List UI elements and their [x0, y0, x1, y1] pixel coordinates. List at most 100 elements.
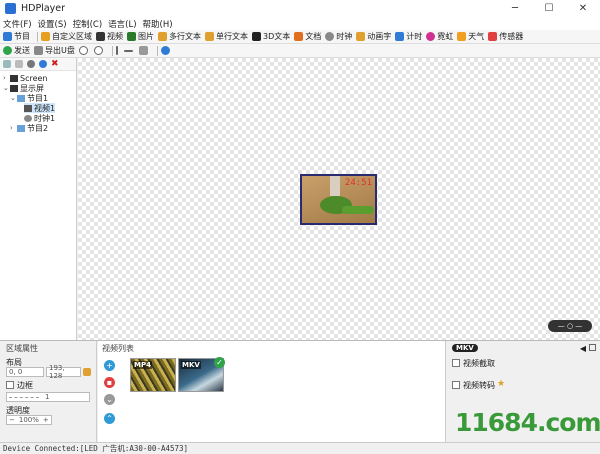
- position-field[interactable]: 0, 0: [6, 367, 44, 377]
- transcode-checkbox[interactable]: [452, 381, 460, 389]
- preview-screen[interactable]: 24:51: [300, 174, 377, 225]
- tool-label: 时钟: [336, 32, 353, 41]
- export-usb-button[interactable]: 导出U盘: [34, 45, 75, 56]
- status-bar: Device Connected:[LED 广告机:A30-00-A4573]: [0, 442, 600, 454]
- tree-screen[interactable]: › Screen: [3, 73, 48, 83]
- copy-icon[interactable]: [3, 60, 11, 68]
- crop-checkbox[interactable]: [452, 359, 460, 367]
- panel-menu-icon[interactable]: [589, 344, 596, 351]
- tree-display[interactable]: ⌄ 显示屏: [3, 83, 44, 93]
- tool-label: 霓虹: [437, 32, 454, 41]
- opacity-spinbox[interactable]: −100% +: [6, 415, 52, 425]
- program-icon: [17, 124, 25, 132]
- preview-canvas[interactable]: 24:51 — ○ —: [78, 58, 600, 340]
- tool-label: 动画字: [367, 32, 392, 41]
- video-thumbnail[interactable]: MP4: [130, 358, 176, 392]
- border-style-line: [9, 396, 39, 398]
- tree-program-2[interactable]: › 节目2: [10, 123, 48, 133]
- decrement-icon[interactable]: −: [9, 416, 15, 424]
- tool-animated-text[interactable]: 动画字: [356, 31, 391, 42]
- align-horizontal-icon: [123, 49, 133, 52]
- volume-icon[interactable]: ◀: [580, 344, 586, 353]
- video-icon: [24, 104, 32, 112]
- settings-button[interactable]: [160, 46, 172, 55]
- panel-title: 视频列表: [102, 344, 134, 353]
- zoom-control[interactable]: — ○ —: [548, 320, 592, 332]
- menu-file[interactable]: 文件(F): [3, 18, 32, 30]
- tree-clock-1[interactable]: 时钟1: [24, 113, 55, 123]
- size-field[interactable]: 193, 128: [46, 364, 81, 380]
- border-select[interactable]: 1: [6, 392, 90, 402]
- tool-weather[interactable]: 天气: [457, 31, 484, 42]
- clock-icon: [24, 114, 32, 122]
- tool-3d-text[interactable]: 3D文本: [252, 31, 290, 42]
- tool-custom-area[interactable]: 自定义区域: [41, 31, 92, 42]
- tool-single-line-text[interactable]: 单行文本: [205, 31, 248, 42]
- menu-settings[interactable]: 设置(S): [38, 18, 67, 30]
- weather-icon: [457, 32, 467, 41]
- tree-video-1[interactable]: 视频1: [24, 103, 56, 113]
- tool-label: 单行文本: [216, 32, 248, 41]
- single-line-text-icon: [205, 32, 214, 41]
- increment-icon[interactable]: +: [43, 416, 49, 424]
- send-icon: [3, 46, 12, 55]
- paste-icon[interactable]: [15, 60, 23, 68]
- area-properties-panel: 区域属性 布局 0, 0 193, 128 边框 1 透明度 −100% +: [0, 341, 97, 443]
- move-down-button[interactable]: ⌄: [104, 394, 115, 405]
- document-icon: [294, 32, 304, 41]
- collapse-arrow-icon: ⌄: [10, 94, 16, 102]
- program-icon: [17, 94, 25, 102]
- zoom-out-button[interactable]: [93, 46, 105, 55]
- align-horizontal-button[interactable]: [123, 49, 135, 52]
- format-tag: MP4: [133, 361, 152, 369]
- delete-video-button[interactable]: ▪: [104, 377, 115, 388]
- transcode-label: 视频转码: [463, 381, 495, 390]
- video-thumbnail[interactable]: MKV ✓: [178, 357, 225, 392]
- collapse-arrow-icon: ⌄: [3, 84, 9, 92]
- tool-program[interactable]: 节目: [3, 31, 30, 42]
- lock-icon[interactable]: [83, 368, 91, 376]
- move-down-icon[interactable]: [39, 60, 47, 68]
- program-tree-panel: ✖ › Screen ⌄ 显示屏 ⌄ 节目1 视频1 时钟1 › 节目2: [0, 58, 77, 340]
- clock-overlay[interactable]: 24:51: [345, 178, 372, 188]
- delete-icon[interactable]: ✖: [51, 60, 59, 69]
- border-checkbox[interactable]: [6, 381, 14, 389]
- border-value: 1: [45, 393, 50, 401]
- tool-label: 3D文本: [263, 32, 291, 41]
- align-vertical-button[interactable]: [115, 46, 120, 55]
- tool-video[interactable]: 视频: [96, 31, 123, 42]
- tool-document[interactable]: 文档: [294, 31, 321, 42]
- tool-label: 多行文本: [169, 32, 201, 41]
- tool-label: 文档: [305, 32, 322, 41]
- check-icon: ✓: [214, 357, 225, 368]
- move-up-button[interactable]: ⌃: [104, 413, 115, 424]
- align-center-button[interactable]: [138, 46, 150, 55]
- expand-arrow-icon: ›: [3, 74, 6, 82]
- tool-label: 自定义区域: [52, 32, 92, 41]
- close-button[interactable]: ✕: [566, 0, 600, 17]
- watermark: 11684.com: [455, 408, 600, 437]
- menu-language[interactable]: 语言(L): [108, 18, 136, 30]
- tool-multiline-text[interactable]: 多行文本: [158, 31, 201, 42]
- tool-neon[interactable]: 霓虹: [426, 31, 453, 42]
- tool-timer[interactable]: 计时: [395, 31, 422, 42]
- align-center-icon: [138, 46, 148, 55]
- add-video-button[interactable]: +: [104, 360, 115, 371]
- move-up-icon[interactable]: [27, 60, 35, 68]
- minimize-button[interactable]: ─: [498, 0, 532, 17]
- tool-image[interactable]: 图片: [127, 31, 154, 42]
- tree-program-1[interactable]: ⌄ 节目1: [10, 93, 48, 103]
- animated-text-icon: [356, 32, 366, 41]
- panel-title: 区域属性: [6, 344, 38, 353]
- menu-control[interactable]: 控制(C): [73, 18, 103, 30]
- status-text: Device Connected:[LED 广告机:A30-00-A4573]: [3, 444, 189, 453]
- tool-sensor[interactable]: 传感器: [488, 31, 523, 42]
- tool-label: 传感器: [499, 32, 524, 41]
- send-button[interactable]: 发送: [3, 45, 30, 56]
- zoom-in-button[interactable]: [78, 46, 90, 55]
- send-label: 发送: [14, 46, 30, 55]
- menu-help[interactable]: 帮助(H): [143, 18, 173, 30]
- video-icon: [96, 32, 105, 41]
- tool-clock[interactable]: 时钟: [325, 31, 352, 42]
- maximize-button[interactable]: ☐: [532, 0, 566, 17]
